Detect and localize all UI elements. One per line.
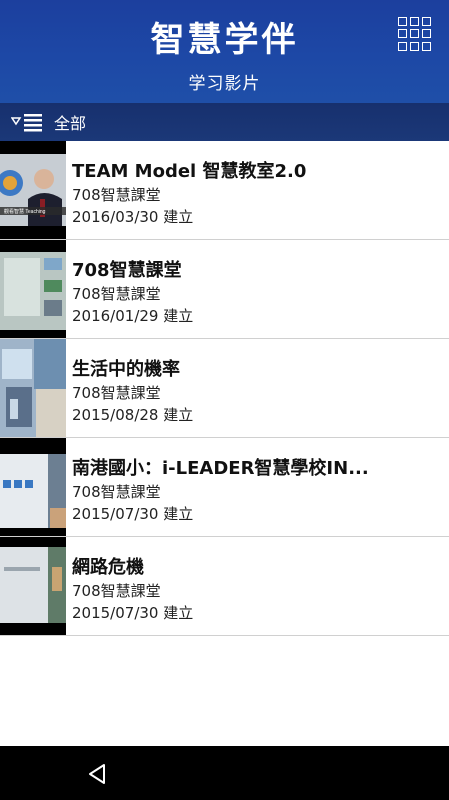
video-date-line: 2015/08/28 建立 (72, 404, 193, 425)
video-date-line: 2015/07/30 建立 (72, 503, 193, 524)
video-date: 2016/01/29 (72, 307, 159, 325)
video-list-item[interactable]: 708智慧課堂 708智慧課堂 2016/01/29 建立 (0, 240, 449, 339)
video-created-label: 建立 (163, 307, 194, 325)
video-list-item[interactable]: 南港國小：i-LEADER智慧學校IN... 708智慧課堂 2015/07/3… (0, 438, 449, 537)
video-date-line: 2016/03/30 建立 (72, 206, 193, 227)
video-channel: 708智慧課堂 (72, 285, 161, 303)
video-thumbnail (0, 339, 66, 437)
svg-text:觀看智慧 Teaching: 觀看智慧 Teaching (4, 208, 46, 215)
system-nav-bar (0, 746, 449, 800)
video-list-item[interactable]: 網路危機 708智慧課堂 2015/07/30 建立 (0, 537, 449, 636)
grid-menu-icon[interactable] (398, 17, 432, 51)
video-date: 2016/03/30 (72, 208, 159, 226)
video-thumbnail: 觀看智慧 Teaching (0, 141, 66, 239)
video-channel: 708智慧課堂 (72, 186, 161, 204)
video-date-line: 2016/01/29 建立 (72, 305, 193, 326)
app-title: 智慧学伴 (150, 20, 299, 60)
video-created-label: 建立 (163, 604, 194, 622)
video-created-label: 建立 (163, 505, 194, 523)
video-list-item[interactable]: 生活中的機率 708智慧課堂 2015/08/28 建立 (0, 339, 449, 438)
video-thumbnail (0, 537, 66, 635)
video-channel: 708智慧課堂 (72, 384, 161, 402)
back-triangle-icon[interactable] (86, 762, 110, 786)
filter-bar[interactable]: 全部 (0, 103, 449, 141)
video-date: 2015/08/28 (72, 406, 159, 424)
video-thumbnail (0, 438, 66, 536)
filter-label: 全部 (54, 114, 87, 133)
video-thumbnail (0, 240, 66, 338)
video-title: 708智慧課堂 (72, 260, 182, 281)
video-list-item[interactable]: 觀看智慧 Teaching TEAM Model 智慧教室2.0 708智慧課堂… (0, 141, 449, 240)
video-date: 2015/07/30 (72, 604, 159, 622)
page-subtitle: 学习影片 (188, 74, 261, 94)
video-date: 2015/07/30 (72, 505, 159, 523)
video-title: 生活中的機率 (72, 359, 180, 380)
video-channel: 708智慧課堂 (72, 582, 161, 600)
app-header: 智慧学伴 学习影片 (0, 0, 449, 103)
video-created-label: 建立 (163, 406, 194, 424)
video-channel: 708智慧課堂 (72, 483, 161, 501)
video-title: TEAM Model 智慧教室2.0 (72, 161, 307, 182)
video-title: 網路危機 (72, 557, 144, 578)
video-title: 南港國小：i-LEADER智慧學校IN... (72, 458, 369, 479)
video-date-line: 2015/07/30 建立 (72, 602, 193, 623)
video-created-label: 建立 (163, 208, 194, 226)
filter-list-icon[interactable] (10, 112, 45, 132)
video-list: 觀看智慧 Teaching TEAM Model 智慧教室2.0 708智慧課堂… (0, 141, 449, 636)
